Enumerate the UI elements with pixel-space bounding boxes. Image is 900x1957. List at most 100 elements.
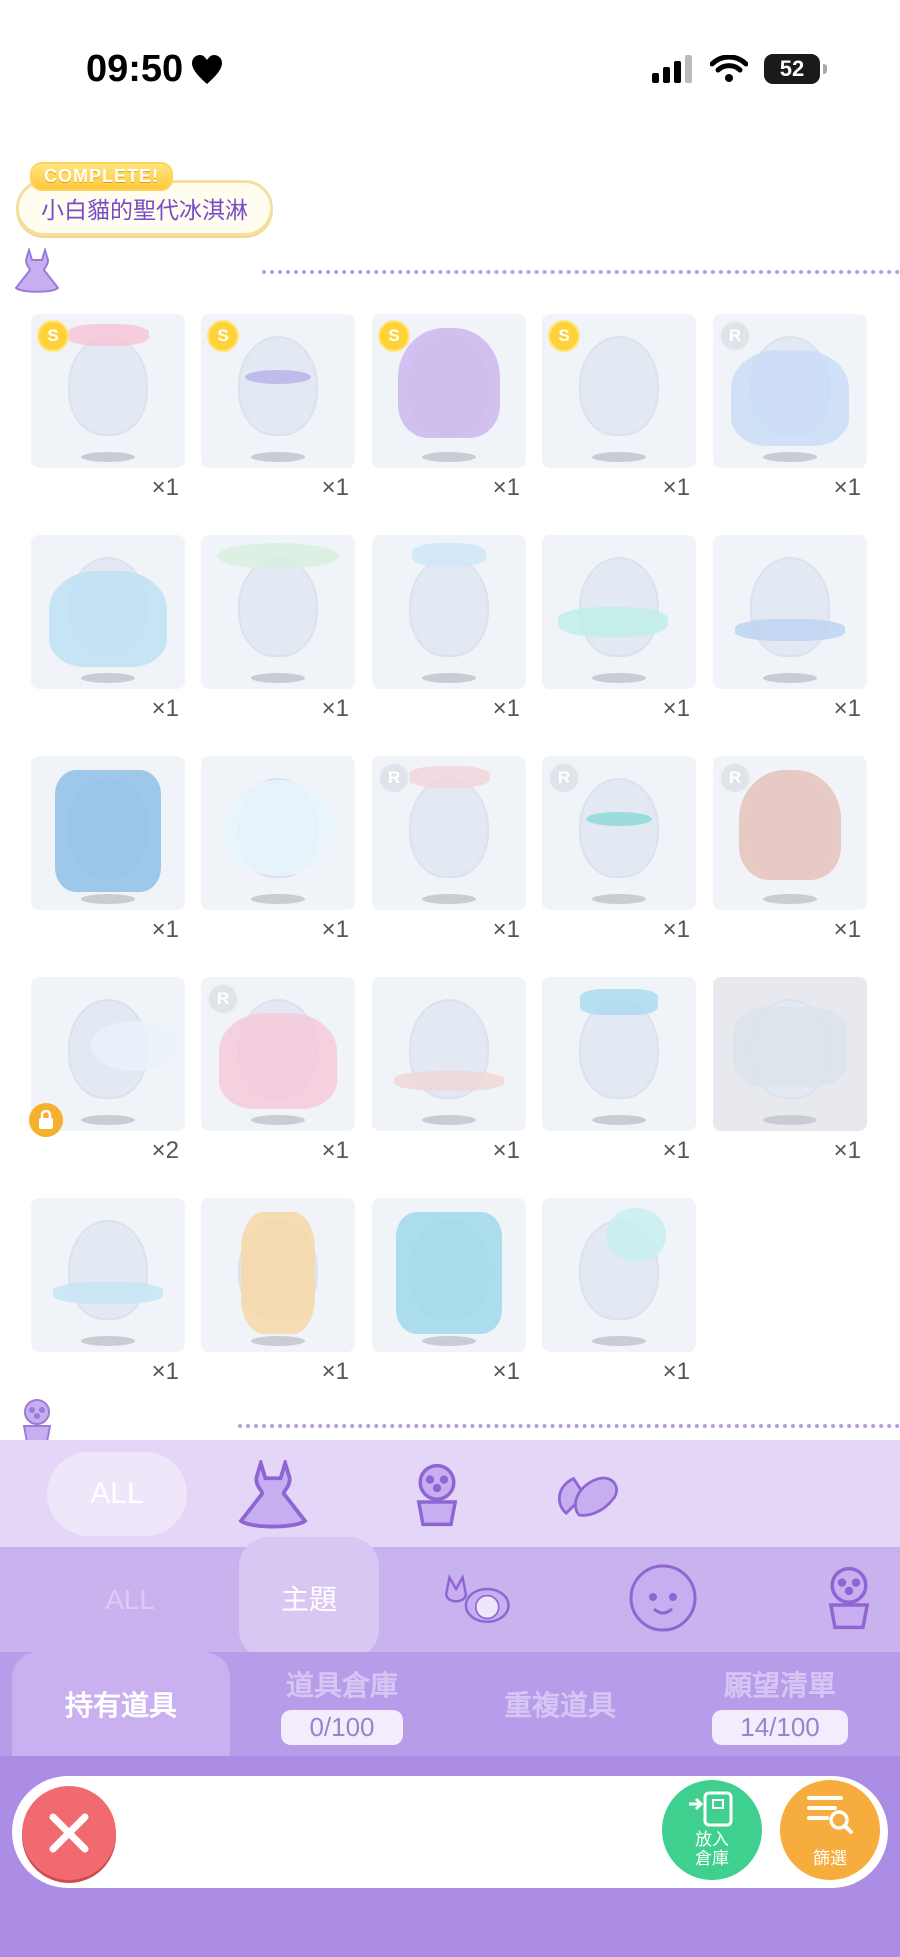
ground-shadow <box>763 673 817 683</box>
ground-shadow <box>81 1336 135 1346</box>
item-slot[interactable]: ×1 <box>31 756 185 943</box>
item-slot[interactable]: ×1 <box>542 535 696 722</box>
item-image <box>606 1208 666 1262</box>
item-slot[interactable]: ×2 <box>29 977 185 1164</box>
item-slot[interactable]: R ×1 <box>713 314 867 501</box>
item-quantity: ×2 <box>151 1137 179 1164</box>
section-header-outfit <box>0 248 900 298</box>
item-slot[interactable]: ×1 <box>201 756 355 943</box>
item-quantity: ×1 <box>321 1137 349 1164</box>
item-quantity: ×1 <box>492 695 520 722</box>
item-slot[interactable]: S ×1 <box>201 314 355 501</box>
ground-shadow <box>592 673 646 683</box>
item-image <box>245 370 311 384</box>
close-icon <box>49 1813 89 1853</box>
item-thumbnail <box>201 756 355 910</box>
inventory-panel: ALL ALL 主題 持有道具 道具倉庫 0/100 重複道具 願望清單 14/… <box>0 1440 900 1957</box>
time-text: 09:50 <box>86 48 184 90</box>
item-slot[interactable]: S ×1 <box>31 314 185 501</box>
item-image <box>412 543 486 567</box>
close-button[interactable] <box>22 1786 116 1880</box>
ground-shadow <box>422 673 476 683</box>
item-thumbnail: R <box>713 756 867 910</box>
tab-character[interactable] <box>438 1561 520 1635</box>
item-slot[interactable]: ×1 <box>372 977 526 1164</box>
ground-shadow <box>81 1115 135 1125</box>
item-image <box>735 619 845 641</box>
item-quantity: ×1 <box>492 474 520 501</box>
item-slot[interactable]: ×1 <box>372 535 526 722</box>
hands-icon <box>558 1476 618 1517</box>
item-image <box>396 1212 502 1334</box>
ground-shadow <box>592 452 646 462</box>
item-slot[interactable]: ×1 <box>201 535 355 722</box>
item-thumbnail <box>31 1198 185 1352</box>
item-slot[interactable]: ×1 <box>31 535 185 722</box>
item-image <box>731 350 849 446</box>
item-slot[interactable]: ×1 <box>201 1198 355 1385</box>
tab-duplicates[interactable]: 重複道具 <box>470 1652 650 1756</box>
tab-all-sub[interactable]: ALL <box>70 1547 190 1652</box>
item-slot[interactable]: R ×1 <box>372 756 526 943</box>
item-slot[interactable]: S ×1 <box>372 314 526 501</box>
item-thumbnail <box>713 535 867 689</box>
item-slot[interactable]: R ×1 <box>713 756 867 943</box>
tab-warehouse[interactable]: 道具倉庫 0/100 <box>252 1652 432 1756</box>
action-area: 放入 倉庫 篩選 <box>0 1756 900 1957</box>
rarity-badge: R <box>548 762 580 794</box>
item-thumbnail <box>201 1198 355 1352</box>
item-thumbnail <box>372 535 526 689</box>
tab-dress[interactable] <box>232 1458 314 1532</box>
set-banner: COMPLETE! 小白貓的聖代冰淇淋 <box>16 162 273 236</box>
item-slot[interactable]: ×1 <box>542 977 696 1164</box>
item-slot[interactable]: ×1 <box>713 535 867 722</box>
ground-shadow <box>592 1336 646 1346</box>
status-time: 09:50 <box>86 48 223 91</box>
item-slot[interactable]: ×1 <box>542 1198 696 1385</box>
item-slot[interactable]: R ×1 <box>542 756 696 943</box>
tab-theme[interactable]: 主題 <box>239 1537 379 1659</box>
status-icons: 52 <box>652 54 827 84</box>
ground-shadow <box>763 452 817 462</box>
flower-pot-icon <box>22 1399 52 1443</box>
item-image <box>408 766 490 788</box>
item-thumbnail <box>713 977 867 1131</box>
tab-accessory-sub[interactable] <box>808 1561 890 1635</box>
item-thumbnail <box>542 535 696 689</box>
battery-icon: 52 <box>764 54 827 84</box>
ground-shadow <box>422 452 476 462</box>
item-image <box>53 1282 163 1304</box>
item-thumbnail <box>201 535 355 689</box>
item-quantity: ×1 <box>833 474 861 501</box>
tab-face[interactable] <box>622 1561 704 1635</box>
item-slot[interactable]: ×1 <box>31 1198 185 1385</box>
item-thumbnail: S <box>31 314 185 468</box>
tab-all-category[interactable]: ALL <box>47 1452 187 1536</box>
tab-wishlist[interactable]: 願望清單 14/100 <box>690 1652 870 1756</box>
lock-icon <box>29 1103 63 1137</box>
tab-owned-items[interactable]: 持有道具 <box>12 1652 230 1756</box>
mannequin-shape <box>409 557 489 657</box>
item-slot[interactable]: R ×1 <box>201 977 355 1164</box>
item-quantity: ×1 <box>151 916 179 943</box>
ground-shadow <box>81 673 135 683</box>
item-quantity: ×1 <box>151 1358 179 1385</box>
item-quantity: ×1 <box>662 916 690 943</box>
item-thumbnail: R <box>372 756 526 910</box>
item-slot[interactable]: S ×1 <box>542 314 696 501</box>
rarity-badge: R <box>719 320 751 352</box>
wifi-icon <box>710 55 748 82</box>
rarity-badge: S <box>37 320 69 352</box>
tab-accessory[interactable] <box>396 1458 478 1532</box>
tab-pose[interactable] <box>548 1458 630 1532</box>
filter-button[interactable]: 篩選 <box>780 1780 880 1880</box>
item-thumbnail: R <box>713 314 867 468</box>
store-to-warehouse-button[interactable]: 放入 倉庫 <box>662 1780 762 1880</box>
item-thumbnail <box>372 1198 526 1352</box>
item-quantity: ×1 <box>833 916 861 943</box>
item-slot[interactable]: ×1 <box>372 1198 526 1385</box>
tab-wishlist-label: 願望清單 <box>723 1669 836 1701</box>
item-slot[interactable]: ×1 <box>713 977 867 1164</box>
item-thumbnail: R <box>542 756 696 910</box>
ground-shadow <box>251 1115 305 1125</box>
